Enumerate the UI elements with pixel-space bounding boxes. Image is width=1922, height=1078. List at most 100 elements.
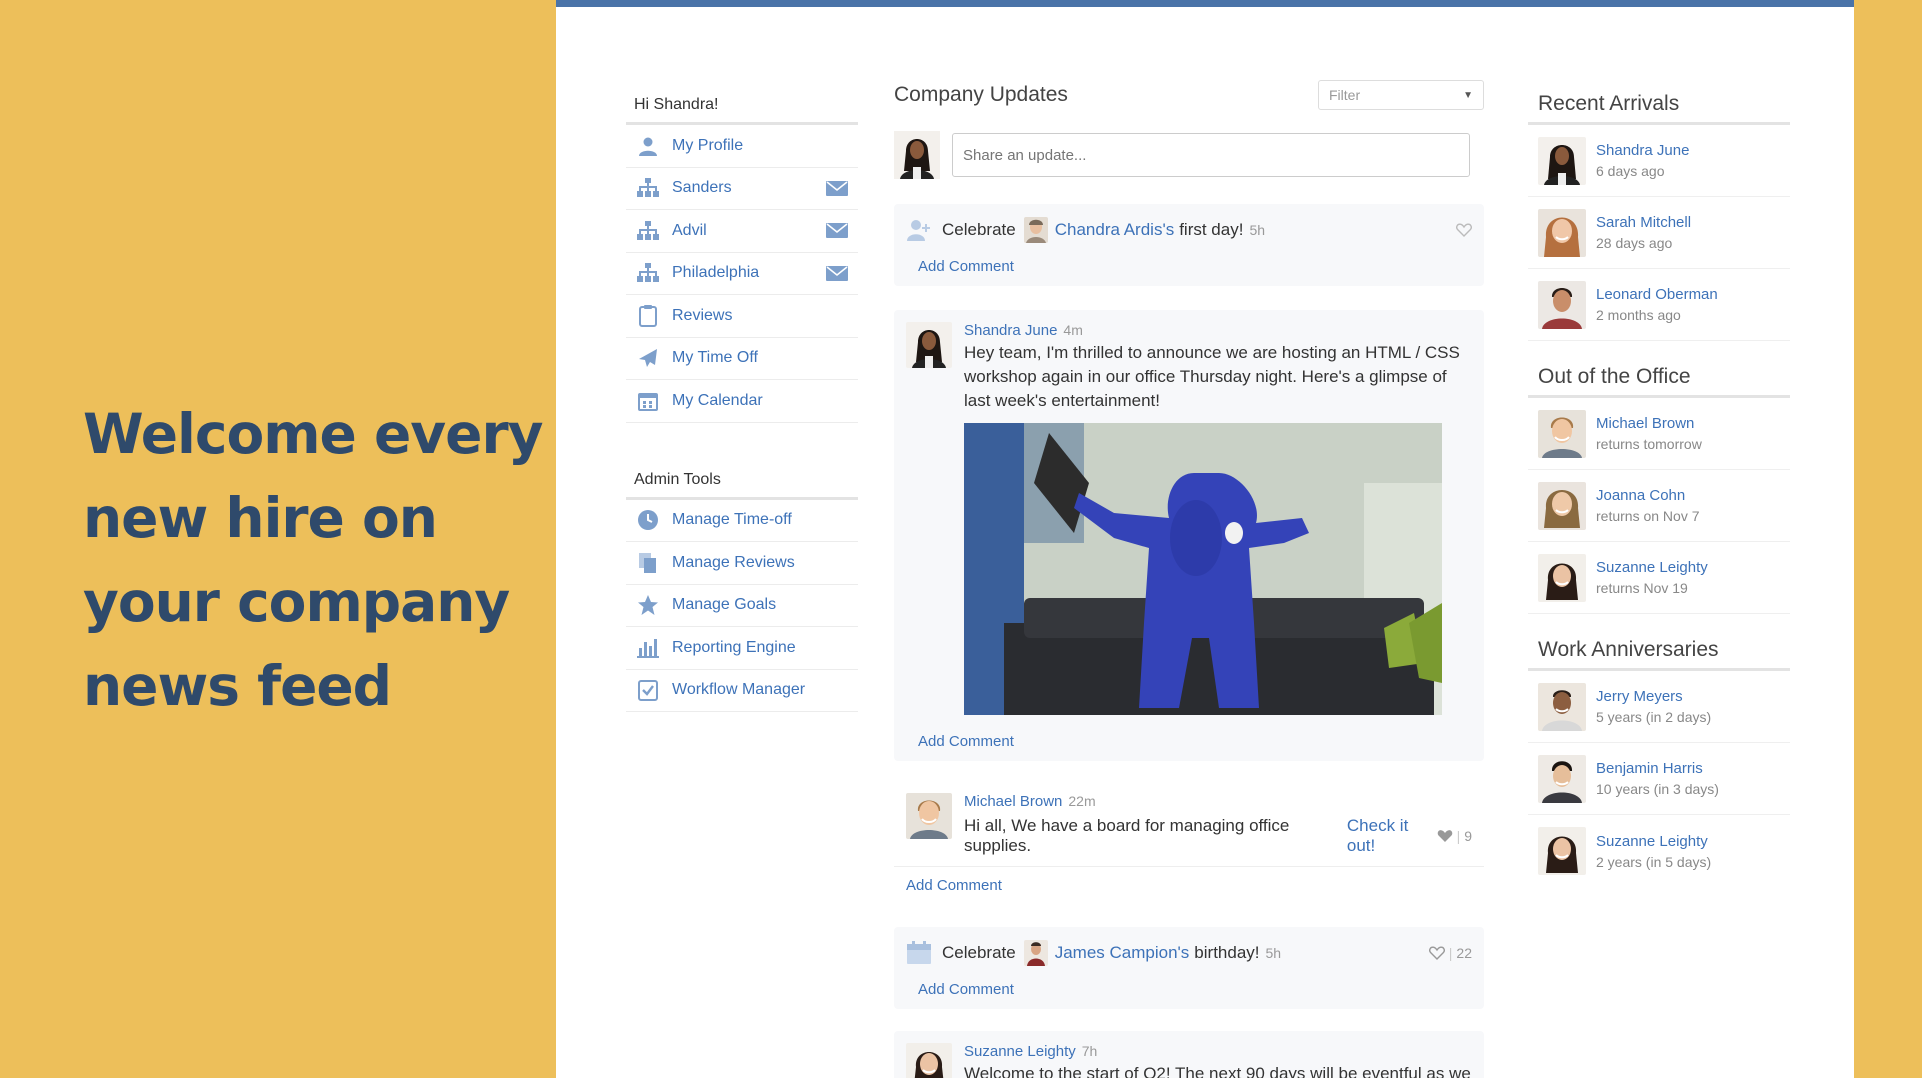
avatar [906, 322, 952, 368]
calendar-icon [634, 389, 662, 413]
list-item[interactable]: Joanna Cohn returns on Nov 7 [1528, 470, 1790, 542]
envelope-icon[interactable] [826, 180, 848, 196]
sidebar-item-my-time-off[interactable]: My Time Off [626, 338, 858, 380]
org-chart-icon [634, 219, 662, 243]
avatar [1538, 827, 1586, 875]
avatar [906, 1043, 952, 1078]
sidebar-item-philadelphia[interactable]: Philadelphia [626, 253, 858, 295]
share-update-input[interactable] [952, 133, 1470, 177]
star-icon [634, 593, 662, 617]
out-of-office-heading: Out of the Office [1528, 361, 1790, 398]
list-item[interactable]: Shandra June 6 days ago [1528, 125, 1790, 197]
list-item[interactable]: Suzanne Leighty 2 years (in 5 days) [1528, 815, 1790, 887]
promo-line: new hire on [83, 486, 438, 550]
sidebar-item-advil[interactable]: Advil [626, 210, 858, 253]
right-column: Recent Arrivals Shandra June 6 days ago S… [1528, 88, 1790, 887]
post-author[interactable]: Suzanne Leighty [964, 1043, 1076, 1060]
add-comment-link[interactable]: Add Comment [906, 733, 1014, 750]
avatar [1538, 409, 1586, 458]
avatar [1538, 280, 1586, 329]
list-item[interactable]: Michael Brown returns tomorrow [1528, 398, 1790, 470]
person-detail: returns Nov 19 [1596, 580, 1688, 596]
person-link[interactable]: James Campion's [1055, 943, 1190, 963]
person-name[interactable]: Leonard Oberman [1596, 286, 1718, 303]
sidebar-item-manage-reviews[interactable]: Manage Reviews [626, 542, 858, 585]
post-card: Shandra June 4m Hey team, I'm thrilled to… [894, 310, 1484, 761]
avatar [1023, 940, 1048, 966]
timestamp: 5h [1265, 945, 1282, 961]
clipboard-icon [634, 304, 662, 328]
filter-placeholder: Filter [1329, 87, 1361, 103]
sidebar-item-label: Reviews [672, 306, 733, 324]
avatar [1538, 481, 1586, 530]
celebrate-label: Celebrate [942, 220, 1016, 239]
sidebar-item-my-profile[interactable]: My Profile [626, 125, 858, 168]
list-item[interactable]: Jerry Meyers 5 years (in 2 days) [1528, 671, 1790, 743]
check-it-out-link[interactable]: Check it out! [1347, 816, 1437, 856]
envelope-icon[interactable] [826, 265, 848, 281]
checklist-icon [634, 678, 662, 702]
heart-icon[interactable] [1437, 829, 1453, 843]
admin-tools-heading: Admin Tools [626, 465, 858, 500]
post-text: Hey team, I'm thrilled to announce we ar… [964, 343, 1460, 410]
add-user-icon [907, 220, 930, 241]
person-name[interactable]: Shandra June [1596, 142, 1689, 159]
app-window: Hi Shandra! My Profile Sanders Advil Phi… [556, 0, 1854, 1078]
person-name[interactable]: Suzanne Leighty [1596, 833, 1711, 850]
post-card: Suzanne Leighty 7h Welcome to the start o… [894, 1031, 1484, 1078]
promo-headline: Welcome every new hire on your company n… [83, 392, 543, 728]
person-detail: 28 days ago [1596, 235, 1673, 251]
heart-icon[interactable] [1456, 223, 1472, 237]
recent-arrivals-heading: Recent Arrivals [1528, 88, 1790, 125]
avatar [1538, 208, 1586, 257]
post-photo[interactable] [964, 423, 1442, 715]
sidebar-item-label: Philadelphia [672, 264, 760, 282]
person-link[interactable]: Chandra Ardis's [1055, 220, 1174, 240]
envelope-icon[interactable] [826, 223, 848, 239]
celebrate-label: Celebrate [942, 943, 1016, 962]
add-comment-link[interactable]: Add Comment [906, 258, 1014, 275]
person-name[interactable]: Jerry Meyers [1596, 688, 1711, 705]
post-card: Michael Brown 22m Hi all, We have a board… [894, 783, 1484, 905]
celebrate-suffix: birthday! [1194, 943, 1260, 962]
person-name[interactable]: Joanna Cohn [1596, 487, 1700, 504]
sidebar-greeting: Hi Shandra! [626, 90, 858, 125]
person-name[interactable]: Sarah Mitchell [1596, 214, 1691, 231]
sidebar: Hi Shandra! My Profile Sanders Advil Phi… [626, 90, 858, 712]
person-detail: 2 years (in 5 days) [1596, 853, 1712, 870]
list-item[interactable]: Benjamin Harris 10 years (in 3 days) [1528, 743, 1790, 815]
timestamp: 7h [1081, 1043, 1098, 1059]
sidebar-item-label: Sanders [672, 179, 732, 197]
sidebar-item-manage-time-off[interactable]: Manage Time-off [626, 500, 858, 542]
sidebar-item-manage-goals[interactable]: Manage Goals [626, 585, 858, 627]
filter-dropdown[interactable]: Filter ▼ [1318, 80, 1484, 110]
feed-title: Company Updates [894, 83, 1068, 106]
sidebar-item-label: My Time Off [672, 349, 758, 367]
calendar-icon [907, 941, 931, 964]
post-author[interactable]: Michael Brown [964, 793, 1062, 810]
celebrate-card: Celebrate Chandra Ardis's first day! 5h … [894, 204, 1484, 286]
sidebar-item-label: My Calendar [672, 391, 763, 409]
person-name[interactable]: Suzanne Leighty [1596, 559, 1708, 576]
add-comment-link[interactable]: Add Comment [894, 877, 1002, 894]
avatar [894, 131, 940, 179]
sidebar-item-my-calendar[interactable]: My Calendar [626, 380, 858, 423]
add-comment-link[interactable]: Add Comment [906, 981, 1014, 998]
list-item[interactable]: Leonard Oberman 2 months ago [1528, 269, 1790, 341]
sidebar-item-sanders[interactable]: Sanders [626, 168, 858, 210]
heart-icon[interactable] [1428, 946, 1445, 960]
work-anniversaries-heading: Work Anniversaries [1528, 634, 1790, 671]
person-name[interactable]: Benjamin Harris [1596, 760, 1719, 777]
avatar [1023, 217, 1048, 243]
sidebar-item-reporting-engine[interactable]: Reporting Engine [626, 627, 858, 670]
sidebar-item-workflow-manager[interactable]: Workflow Manager [626, 670, 858, 712]
list-item[interactable]: Suzanne Leighty returns Nov 19 [1528, 542, 1790, 614]
post-author[interactable]: Shandra June [964, 322, 1057, 339]
timestamp: 5h [1249, 222, 1266, 238]
sidebar-item-reviews[interactable]: Reviews [626, 295, 858, 338]
airplane-icon [634, 346, 662, 370]
list-item[interactable]: Sarah Mitchell 28 days ago [1528, 197, 1790, 269]
bar-chart-icon [634, 636, 662, 660]
person-name[interactable]: Michael Brown [1596, 415, 1702, 432]
composer [894, 130, 1484, 180]
